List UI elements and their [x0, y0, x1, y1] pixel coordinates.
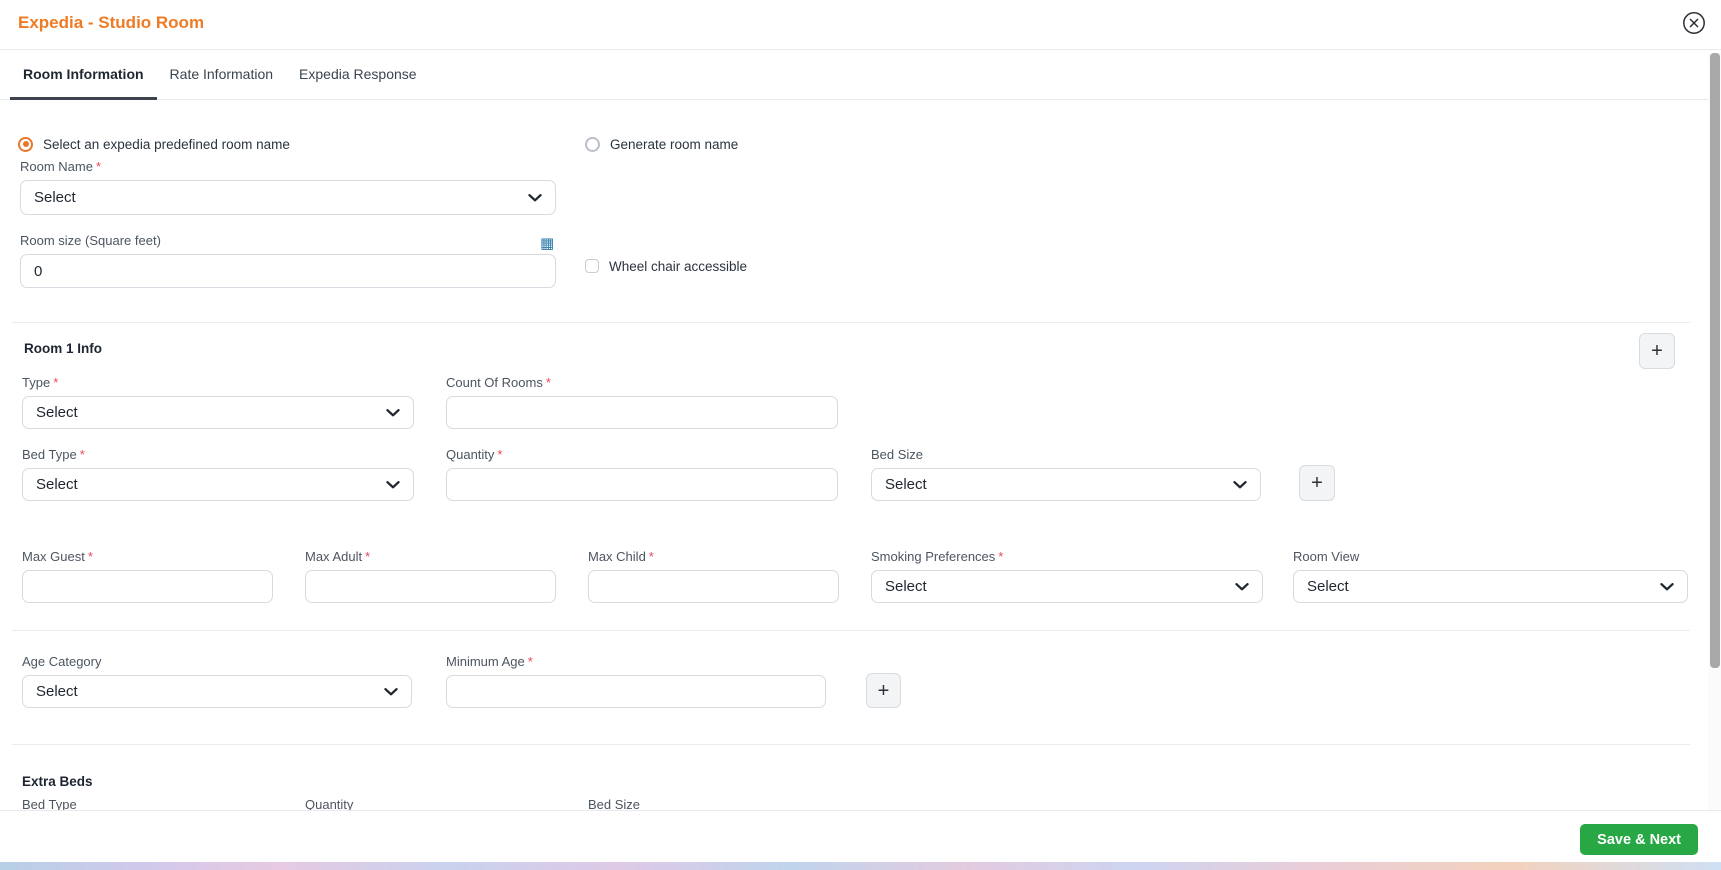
add-age-category-button[interactable]: + [866, 673, 901, 708]
max-child-input[interactable] [588, 570, 839, 603]
max-guest-input[interactable] [22, 570, 273, 603]
chevron-down-icon [386, 408, 400, 416]
smoking-preferences-select-value: Select [885, 578, 927, 595]
bed-type-label: Bed Type * [22, 447, 85, 462]
room-view-field-group: Room View Select [1293, 549, 1688, 603]
age-category-select[interactable]: Select [22, 675, 412, 708]
tab-bar: Room Information Rate Information Expedi… [0, 50, 1708, 100]
room-name-select-value: Select [34, 189, 76, 206]
page-background-gradient [0, 862, 1721, 870]
room1-info-heading: Room 1 Info [24, 341, 102, 356]
smoking-preferences-field-group: Smoking Preferences * Select [871, 549, 1263, 603]
tab-expedia-response[interactable]: Expedia Response [286, 50, 430, 99]
age-category-select-value: Select [36, 683, 78, 700]
close-icon [1683, 12, 1705, 34]
extra-beds-heading: Extra Beds [22, 774, 93, 789]
quantity-label: Quantity * [446, 447, 503, 462]
add-room-button[interactable]: + [1639, 333, 1675, 369]
save-next-button[interactable]: Save & Next [1580, 824, 1698, 855]
bed-type-select-value: Select [36, 476, 78, 493]
chevron-down-icon [384, 687, 398, 695]
section-divider [12, 322, 1690, 323]
modal-header: Expedia - Studio Room [0, 0, 1721, 50]
smoking-preferences-label: Smoking Preferences * [871, 549, 1004, 564]
room-size-input[interactable] [20, 254, 556, 288]
quantity-input[interactable] [446, 468, 838, 501]
room-view-select[interactable]: Select [1293, 570, 1688, 603]
close-button[interactable] [1680, 10, 1708, 38]
modal-title: Expedia - Studio Room [18, 13, 205, 32]
smoking-preferences-select[interactable]: Select [871, 570, 1263, 603]
generate-room-name-option[interactable]: Generate room name [585, 131, 738, 157]
scrollbar[interactable] [1708, 53, 1721, 810]
scrollbar-thumb[interactable] [1710, 53, 1720, 668]
bed-size-select[interactable]: Select [871, 468, 1261, 501]
max-adult-input[interactable] [305, 570, 556, 603]
room-name-label: Room Name * [20, 159, 102, 174]
bed-size-label: Bed Size [871, 447, 924, 462]
section-divider [12, 744, 1690, 745]
room-name-field-group: Room Name * Select [20, 159, 556, 215]
calculator-icon[interactable]: ▦ [540, 236, 554, 251]
bed-size-field-group: Bed Size Select [871, 447, 1261, 501]
generate-room-name-label: Generate room name [610, 136, 739, 152]
max-child-label: Max Child * [588, 549, 654, 564]
chevron-down-icon [1660, 582, 1674, 590]
max-child-field-group: Max Child * [588, 549, 839, 603]
max-adult-label: Max Adult * [305, 549, 371, 564]
type-field-group: Type * Select [22, 375, 414, 429]
room-name-select[interactable]: Select [20, 180, 556, 215]
chevron-down-icon [1233, 480, 1247, 488]
bed-type-select[interactable]: Select [22, 468, 414, 501]
tab-rate-information[interactable]: Rate Information [157, 50, 287, 99]
room-size-label: Room size (Square feet) [20, 233, 161, 248]
type-label: Type * [22, 375, 59, 390]
section-divider [12, 630, 1690, 631]
room-size-field-group: Room size (Square feet) [20, 233, 556, 288]
count-of-rooms-label: Count Of Rooms * [446, 375, 551, 390]
expedia-room-modal: Expedia - Studio Room Room Information R… [0, 0, 1721, 870]
max-adult-field-group: Max Adult * [305, 549, 556, 603]
wheelchair-accessible-option[interactable]: Wheel chair accessible [585, 257, 747, 275]
wheelchair-checkbox [585, 259, 599, 273]
type-select[interactable]: Select [22, 396, 414, 429]
minimum-age-field-group: Minimum Age * [446, 654, 826, 708]
room-view-select-value: Select [1307, 578, 1349, 595]
radio-predefined [18, 136, 33, 152]
max-guest-label: Max Guest * [22, 549, 93, 564]
minimum-age-label: Minimum Age * [446, 654, 533, 669]
predefined-room-name-option[interactable]: Select an expedia predefined room name [18, 131, 290, 157]
type-select-value: Select [36, 404, 78, 421]
quantity-field-group: Quantity * [446, 447, 838, 501]
bed-size-select-value: Select [885, 476, 927, 493]
room-view-label: Room View [1293, 549, 1360, 564]
chevron-down-icon [528, 193, 542, 201]
max-guest-field-group: Max Guest * [22, 549, 273, 603]
count-of-rooms-field-group: Count Of Rooms * [446, 375, 838, 429]
chevron-down-icon [1235, 582, 1249, 590]
minimum-age-input[interactable] [446, 675, 826, 708]
wheelchair-label: Wheel chair accessible [609, 258, 748, 274]
radio-generate [585, 136, 600, 152]
chevron-down-icon [386, 480, 400, 488]
age-category-field-group: Age Category Select [22, 654, 412, 708]
tab-room-information[interactable]: Room Information [10, 50, 157, 100]
bed-type-field-group: Bed Type * Select [22, 447, 414, 501]
count-of-rooms-input[interactable] [446, 396, 838, 429]
modal-footer: Save & Next [0, 810, 1721, 862]
predefined-room-name-label: Select an expedia predefined room name [43, 136, 290, 152]
age-category-label: Age Category [22, 654, 102, 669]
add-bed-button[interactable]: + [1299, 465, 1335, 501]
